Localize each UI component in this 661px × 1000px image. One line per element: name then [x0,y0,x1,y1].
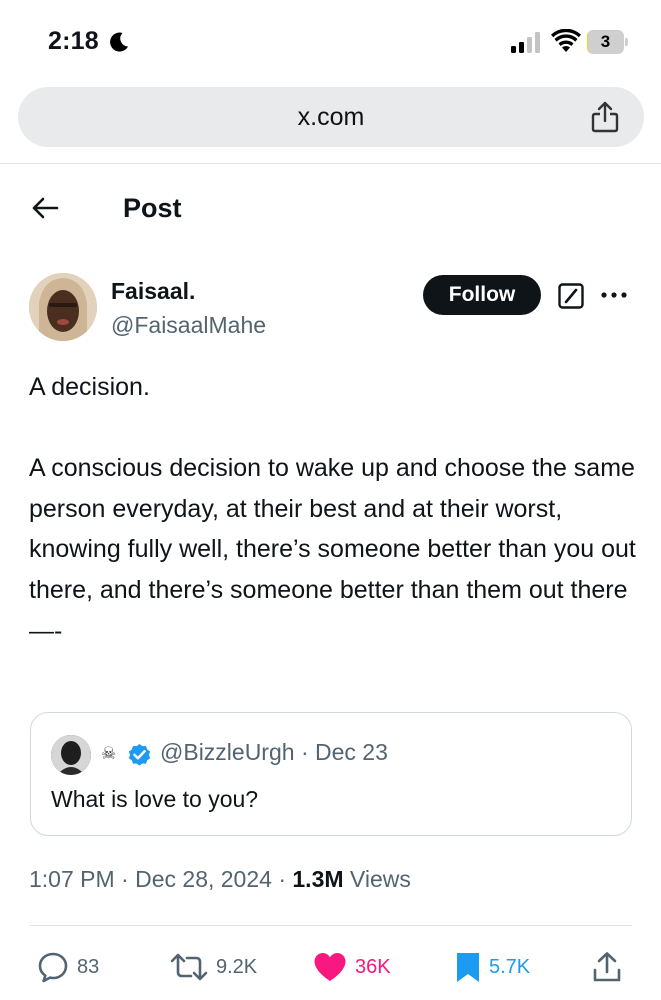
upload-icon [593,952,621,982]
bookmark-button[interactable]: 5.7K [455,950,530,984]
battery-icon: 3 [587,30,629,54]
status-bar: 2:18 3 [0,0,661,82]
quoted-tweet[interactable]: ☠ @BizzleUrgh · Dec 23 What is love to y… [30,712,632,836]
url-text[interactable]: x.com [18,87,644,147]
quote-meta: @BizzleUrgh · Dec 23 [160,739,388,766]
like-count: 36K [355,955,391,978]
arrow-left-icon[interactable] [31,194,59,222]
follow-button[interactable]: Follow [423,275,541,315]
reply-button[interactable]: 83 [37,950,99,984]
heart-icon [314,953,346,981]
bookmark-count: 5.7K [489,955,531,978]
tweet-date[interactable]: Dec 28, 2024 [135,866,272,892]
repost-count: 9.2K [216,955,258,978]
page-title: Post [123,193,182,223]
skull-icon: ☠ [101,744,117,763]
repost-button[interactable]: 9.2K [170,950,257,984]
wifi-icon [551,29,581,52]
quote-separator: · [294,739,316,765]
tweet-meta: 1:07 PM · Dec 28, 2024 · 1.3M Views [29,866,411,893]
tweet-time[interactable]: 1:07 PM [29,866,115,892]
views-label: Views [349,866,411,892]
repost-icon [170,953,208,981]
share-button[interactable] [592,950,622,984]
more-icon[interactable] [600,289,628,301]
tweet-text: A decision. A conscious decision to wake… [29,373,636,645]
bookmark-icon [457,953,479,982]
battery-body: 3 [587,30,624,54]
reply-icon [38,952,68,983]
share-icon[interactable] [591,101,619,133]
avatar-image [29,273,97,341]
quote-handle[interactable]: @BizzleUrgh [160,739,295,765]
address-bar[interactable]: x.com [18,87,644,147]
quote-avatar[interactable] [51,735,91,775]
moon-icon [110,32,128,52]
like-button[interactable]: 36K [313,950,391,984]
divider [29,925,632,926]
meta-separator: · [114,866,136,892]
author-name[interactable]: Faisaal. [111,278,195,305]
meta-separator: · [271,866,293,892]
grok-icon[interactable] [558,283,584,309]
quote-date: Dec 23 [315,739,388,765]
reply-count: 83 [77,955,100,978]
avatar[interactable] [29,273,97,341]
divider [0,163,661,164]
author-handle[interactable]: @FaisaalMahe [111,312,266,339]
battery-tip [625,38,628,46]
views-count: 1.3M [292,866,344,892]
verified-badge-icon [128,744,151,766]
signal-icon [511,32,540,53]
battery-level: 3 [600,32,611,51]
status-time: 2:18 [48,27,99,55]
quote-text: What is love to you? [51,786,259,812]
quote-avatar-image [51,735,91,775]
